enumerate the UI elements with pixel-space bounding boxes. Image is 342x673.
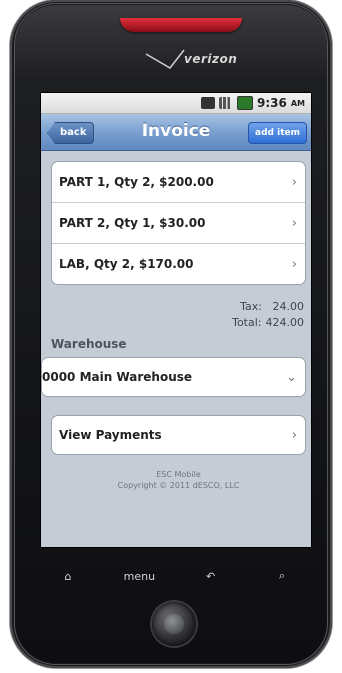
warehouse-selected-value: 0000 Main Warehouse xyxy=(42,370,193,384)
chevron-right-icon: › xyxy=(291,427,297,443)
signal-icon xyxy=(218,97,233,109)
totals-block: Tax: 24.00 Total: 424.00 xyxy=(51,299,306,331)
tax-value: 24.00 xyxy=(272,300,305,313)
status-bar: 9:36 AM xyxy=(41,93,311,114)
earpiece-speaker xyxy=(120,18,242,32)
menu-key[interactable]: menu xyxy=(119,570,159,583)
item-label: PART 2, Qty 1, $30.00 xyxy=(59,216,206,230)
home-icon[interactable]: ⌂ xyxy=(48,570,88,583)
back-arrow-icon[interactable]: ↶ xyxy=(191,570,231,583)
list-item[interactable]: PART 2, Qty 1, $30.00 › xyxy=(52,203,305,244)
list-item[interactable]: PART 1, Qty 2, $200.00 › xyxy=(52,162,305,203)
chevron-down-icon: ⌄ xyxy=(286,369,297,385)
footer: ESC Mobile Copyright © 2011 dESCO, LLC xyxy=(51,469,306,491)
warehouse-select[interactable]: 0000 Main Warehouse ⌄ xyxy=(41,357,306,397)
list-item[interactable]: LAB, Qty 2, $170.00 › xyxy=(52,244,305,284)
trackball[interactable] xyxy=(152,602,196,646)
chevron-right-icon: › xyxy=(291,256,297,272)
invoice-items-list: PART 1, Qty 2, $200.00 › PART 2, Qty 1, … xyxy=(51,161,306,285)
total-label: Total: xyxy=(232,316,262,329)
status-ampm: AM xyxy=(290,98,305,108)
view-payments-label: View Payments xyxy=(59,428,162,442)
content: PART 1, Qty 2, $200.00 › PART 2, Qty 1, … xyxy=(41,151,311,491)
item-label: PART 1, Qty 2, $200.00 xyxy=(59,175,214,189)
chevron-right-icon: › xyxy=(291,174,297,190)
nav-bar: back Invoice add item xyxy=(41,114,311,151)
add-item-button[interactable]: add item xyxy=(248,122,307,144)
chevron-right-icon: › xyxy=(291,215,297,231)
battery-icon xyxy=(236,96,253,110)
carrier-name: verizon xyxy=(184,52,238,66)
hardware-keys: ⌂ menu ↶ ⌕ xyxy=(40,566,310,586)
phone-screen: 9:36 AM back Invoice add item PART 1, Qt… xyxy=(40,92,312,548)
total-row: Total: 424.00 xyxy=(51,315,304,331)
trackball-inner xyxy=(164,614,184,634)
search-icon[interactable]: ⌕ xyxy=(262,569,302,583)
status-time: 9:36 xyxy=(256,96,287,110)
item-label: LAB, Qty 2, $170.00 xyxy=(59,257,194,271)
view-payments-button[interactable]: View Payments › xyxy=(51,415,306,455)
tax-label: Tax: xyxy=(240,300,262,313)
network-3g-icon xyxy=(200,97,215,109)
warehouse-label: Warehouse xyxy=(51,337,127,351)
footer-copyright: Copyright © 2011 dESCO, LLC xyxy=(117,481,240,490)
tax-row: Tax: 24.00 xyxy=(51,299,304,315)
footer-app-name: ESC Mobile xyxy=(156,470,201,479)
total-value: 424.00 xyxy=(265,316,305,329)
carrier-logo: verizon xyxy=(140,44,260,74)
